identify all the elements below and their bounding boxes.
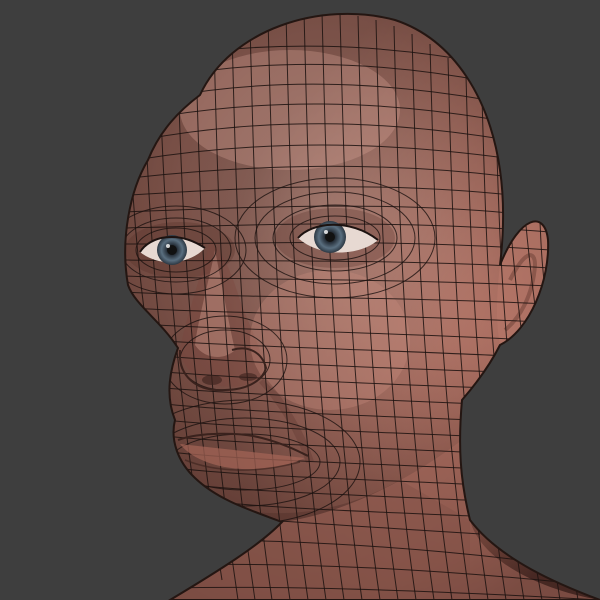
head-render [0, 0, 600, 600]
render-viewport[interactable] [0, 0, 600, 600]
